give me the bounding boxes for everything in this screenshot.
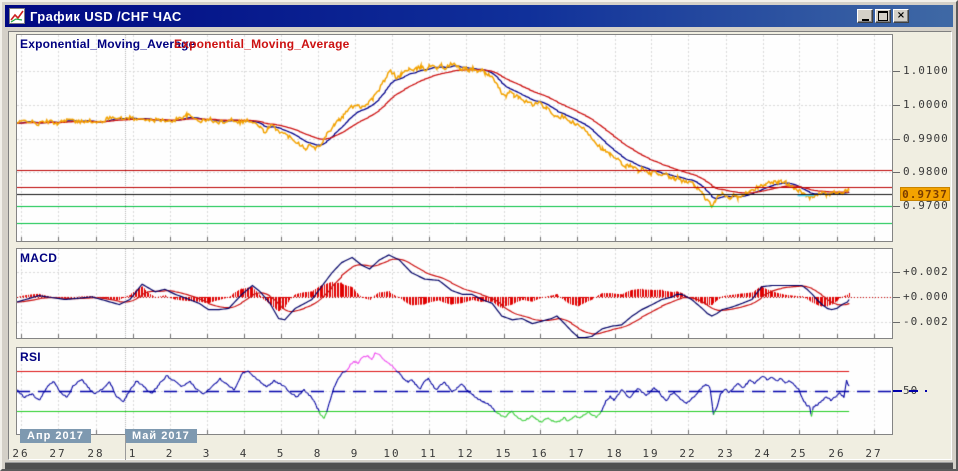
y-axis-tick-label: 0.9800 xyxy=(903,165,949,179)
x-axis-date-label: 19 xyxy=(642,447,659,460)
window-title: График USD /CHF ЧАС xyxy=(30,9,182,24)
month-badge: Апр 2017 xyxy=(20,429,91,443)
window-bottom-edge xyxy=(5,462,953,471)
y-axis-tick xyxy=(893,71,900,72)
y-axis-tick xyxy=(893,172,900,173)
close-button[interactable]: × xyxy=(893,9,909,23)
y-axis-tick-label: +0.000 xyxy=(903,290,949,304)
y-axis-tick-label: -0.002 xyxy=(903,315,949,329)
y-axis-tick-label: 1.0000 xyxy=(903,98,949,112)
legend-ema-fast: Exponential_Moving_Average xyxy=(20,37,195,51)
y-axis-tick xyxy=(893,139,900,140)
x-axis-date-label: 3 xyxy=(203,447,212,460)
rsi-panel-title: RSI xyxy=(20,350,41,364)
close-icon: × xyxy=(897,11,905,21)
x-axis-date-label: 22 xyxy=(679,447,696,460)
y-axis-tick xyxy=(893,206,900,207)
x-axis-date-label: 24 xyxy=(754,447,771,460)
y-axis-tick xyxy=(893,297,900,298)
y-axis-tick xyxy=(893,105,900,106)
x-axis-date-label: 2 xyxy=(166,447,175,460)
y-axis-tick-label: 1.0100 xyxy=(903,64,949,78)
x-axis-date-label: 28 xyxy=(87,447,104,460)
y-axis-tick-label: 0.9900 xyxy=(903,132,949,146)
price-chart-canvas xyxy=(17,35,892,241)
minimize-icon xyxy=(862,19,869,21)
x-axis-date-label: 11 xyxy=(420,447,437,460)
price-panel[interactable] xyxy=(16,34,893,242)
x-axis-date-label: 27 xyxy=(49,447,66,460)
x-axis-date-label: 16 xyxy=(531,447,548,460)
x-axis-date-label: 8 xyxy=(314,447,323,460)
macd-panel-title: MACD xyxy=(20,251,57,265)
month-badge: Май 2017 xyxy=(125,429,197,443)
x-axis-date-label: 26 xyxy=(12,447,29,460)
x-axis-date-label: 5 xyxy=(277,447,286,460)
x-axis-date-label: 1 xyxy=(129,447,138,460)
x-axis-date-label: 9 xyxy=(351,447,360,460)
x-axis-date-label: 17 xyxy=(568,447,585,460)
rsi-chart-canvas xyxy=(17,348,892,434)
rsi-mid-line-extension xyxy=(893,390,927,392)
x-axis-date-label: 18 xyxy=(606,447,623,460)
maximize-button[interactable] xyxy=(875,9,891,23)
window-titlebar[interactable]: График USD /CHF ЧАС × xyxy=(5,5,953,27)
x-axis-date-label: 4 xyxy=(240,447,249,460)
macd-panel[interactable] xyxy=(16,248,893,339)
maximize-icon xyxy=(878,11,888,21)
month-separator-line xyxy=(125,435,126,460)
x-axis-date-label: 15 xyxy=(495,447,512,460)
chart-icon xyxy=(9,8,25,24)
y-axis-tick xyxy=(893,272,900,273)
current-price-badge: 0.9737 xyxy=(900,187,950,201)
x-axis-date-label: 12 xyxy=(457,447,474,460)
y-axis-tick xyxy=(893,322,900,323)
x-axis-date-label: 27 xyxy=(865,447,882,460)
x-axis-date-label: 26 xyxy=(828,447,845,460)
minimize-button[interactable] xyxy=(857,9,873,23)
x-axis-date-label: 25 xyxy=(790,447,807,460)
rsi-panel[interactable] xyxy=(16,347,893,435)
legend-ema-slow: Exponential_Moving_Average xyxy=(174,37,349,51)
y-axis-tick-label: +0.002 xyxy=(903,265,949,279)
x-axis-date-label: 23 xyxy=(717,447,734,460)
x-axis-date-label: 10 xyxy=(383,447,400,460)
chart-window: График USD /CHF ЧАС × Exponential_Moving… xyxy=(0,0,958,471)
macd-chart-canvas xyxy=(17,249,892,338)
